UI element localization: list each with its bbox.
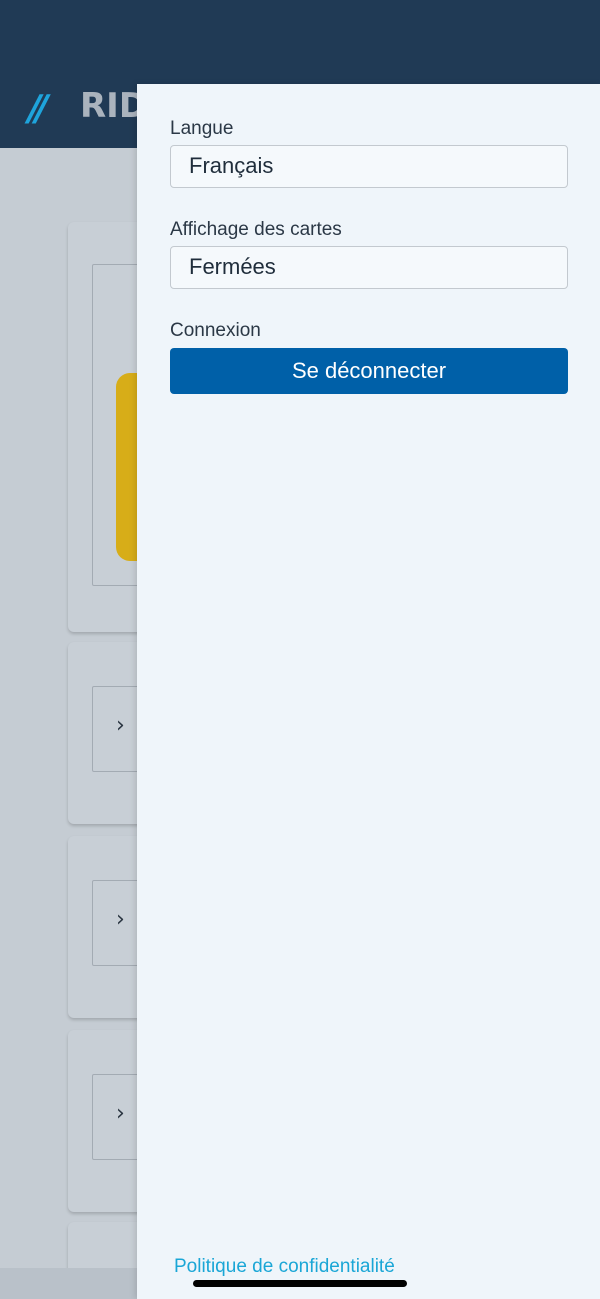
connection-label: Connexion	[170, 320, 261, 341]
chevron-right-icon[interactable]: ›	[116, 909, 136, 931]
language-select[interactable]: Français	[170, 145, 568, 188]
logo-slashes-icon: //	[28, 88, 48, 129]
settings-panel: Langue Français Affichage des cartes Fer…	[137, 84, 600, 1299]
privacy-policy-link[interactable]: Politique de confidentialité	[174, 1256, 395, 1278]
card-display-select[interactable]: Fermées	[170, 246, 568, 289]
chevron-right-icon[interactable]: ›	[116, 1103, 136, 1125]
chevron-right-icon[interactable]: ›	[116, 715, 136, 737]
language-label: Langue	[170, 118, 234, 139]
logout-button[interactable]: Se déconnecter	[170, 348, 568, 394]
card-display-label: Affichage des cartes	[170, 219, 342, 240]
home-indicator[interactable]	[193, 1280, 407, 1287]
